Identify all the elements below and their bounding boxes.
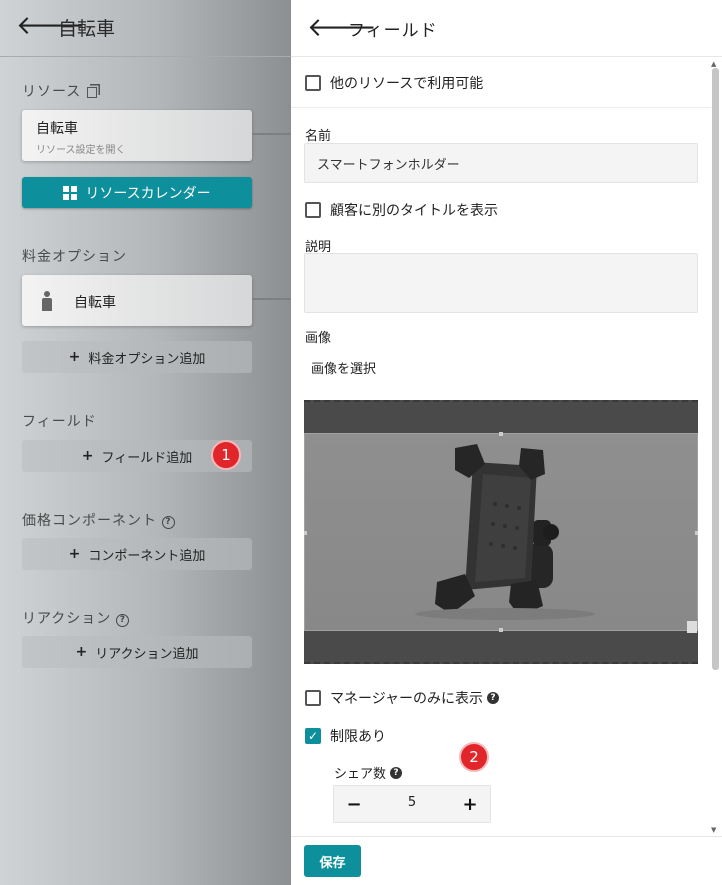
connector-line [252, 298, 291, 300]
sidebar-title: 自転車 [58, 18, 116, 40]
select-image-link[interactable]: 画像を選択 [311, 358, 376, 377]
manager-only-row[interactable]: マネージャーのみに表示 ? [305, 688, 500, 708]
resize-handle[interactable] [687, 621, 697, 633]
share-count-label-row: シェア数 ? [334, 763, 403, 782]
price-components-section-label: 価格コンポーネント? [22, 510, 175, 530]
share-count-label: シェア数 [334, 767, 387, 782]
available-other-resources-row[interactable]: 他のリソースで利用可能 [305, 73, 483, 93]
plus-icon: + [81, 448, 94, 464]
reactions-section-label: リアクション? [22, 608, 130, 628]
person-icon [42, 291, 52, 311]
plus-icon: + [75, 644, 88, 660]
panel-header: 🡐 フィールド [291, 0, 722, 57]
resource-sidebar: 🡐 自転車 リソース 自転車 リソース設定を開く リソースカレンダー 料金オプシ… [0, 0, 291, 885]
share-count-stepper[interactable]: − 5 + [333, 785, 491, 823]
resource-card-subtitle: リソース設定を開く [36, 145, 126, 156]
show-different-title-label: 顧客に別のタイトルを表示 [330, 203, 498, 219]
show-different-title-row[interactable]: 顧客に別のタイトルを表示 [305, 200, 498, 220]
crop-handle[interactable] [499, 432, 503, 436]
save-button[interactable]: 保存 [304, 845, 361, 877]
add-component-button[interactable]: + コンポーネント追加 [22, 538, 252, 570]
help-icon[interactable]: ? [116, 614, 130, 627]
limited-label: 制限あり [330, 729, 386, 745]
share-count-value[interactable]: 5 [374, 795, 450, 810]
fields-label: フィールド [22, 414, 97, 430]
help-icon[interactable]: ? [487, 692, 500, 704]
image-label: 画像 [305, 331, 332, 346]
reactions-label: リアクション [22, 611, 112, 627]
plus-icon: + [68, 546, 81, 562]
name-label: 名前 [305, 129, 332, 144]
phone-holder-image [415, 444, 595, 620]
resource-card-title: 自転車 [36, 121, 78, 137]
sidebar-header: 🡐 自転車 [0, 0, 291, 57]
price-option-card[interactable]: 自転車 [22, 275, 252, 326]
add-price-option-label: 料金オプション追加 [88, 351, 206, 367]
check-icon: ✓ [307, 729, 319, 743]
add-reaction-button[interactable]: + リアクション追加 [22, 636, 252, 668]
image-cropper[interactable] [304, 400, 698, 664]
resources-label: リソース [22, 84, 82, 100]
divider [291, 107, 711, 108]
help-icon[interactable]: ? [162, 516, 175, 529]
footer-divider [291, 836, 722, 837]
price-components-label: 価格コンポーネント [22, 513, 157, 529]
description-textarea[interactable] [304, 253, 698, 313]
crop-handle[interactable] [695, 531, 698, 535]
crop-area[interactable] [304, 432, 698, 632]
resources-section-label: リソース [22, 81, 98, 101]
price-option-card-title: 自転車 [74, 295, 116, 311]
add-price-option-button[interactable]: + 料金オプション追加 [22, 341, 252, 373]
available-other-resources-checkbox[interactable] [305, 75, 321, 91]
add-field-label: フィールド追加 [101, 450, 193, 466]
scroll-up-icon[interactable]: ▲ [711, 60, 716, 68]
limited-checkbox[interactable]: ✓ [305, 728, 321, 744]
step-badge-1: 1 [211, 440, 241, 470]
copy-icon[interactable] [87, 87, 98, 98]
resource-calendar-button[interactable]: リソースカレンダー [22, 177, 252, 208]
name-input[interactable]: スマートフォンホルダー [304, 143, 698, 183]
plus-icon[interactable]: + [452, 786, 488, 822]
add-component-label: コンポーネント追加 [88, 548, 206, 564]
manager-only-label: マネージャーのみに表示 [330, 691, 484, 707]
step-badge-2: 2 [459, 742, 489, 772]
add-reaction-label: リアクション追加 [95, 646, 199, 662]
connector-line [252, 133, 291, 135]
price-options-label: 料金オプション [22, 249, 127, 265]
manager-only-checkbox[interactable] [305, 690, 321, 706]
panel-title: フィールド [348, 21, 438, 41]
limited-row[interactable]: ✓ 制限あり [305, 726, 386, 746]
scrollbar-thumb[interactable] [712, 68, 719, 670]
field-editor-panel: 🡐 フィールド ▲ ▼ 他のリソースで利用可能 名前 スマートフォンホルダー 顧… [291, 0, 722, 885]
help-icon[interactable]: ? [390, 766, 403, 779]
plus-icon: + [68, 349, 81, 365]
available-other-resources-label: 他のリソースで利用可能 [330, 76, 484, 92]
minus-icon[interactable]: − [336, 786, 372, 822]
scroll-down-icon[interactable]: ▼ [711, 826, 716, 834]
crop-handle[interactable] [499, 628, 503, 632]
resource-calendar-label: リソースカレンダー [85, 185, 211, 202]
grid-icon [63, 185, 78, 200]
resource-card[interactable]: 自転車 リソース設定を開く [22, 110, 252, 161]
show-different-title-checkbox[interactable] [305, 202, 321, 218]
crop-handle[interactable] [304, 531, 307, 535]
